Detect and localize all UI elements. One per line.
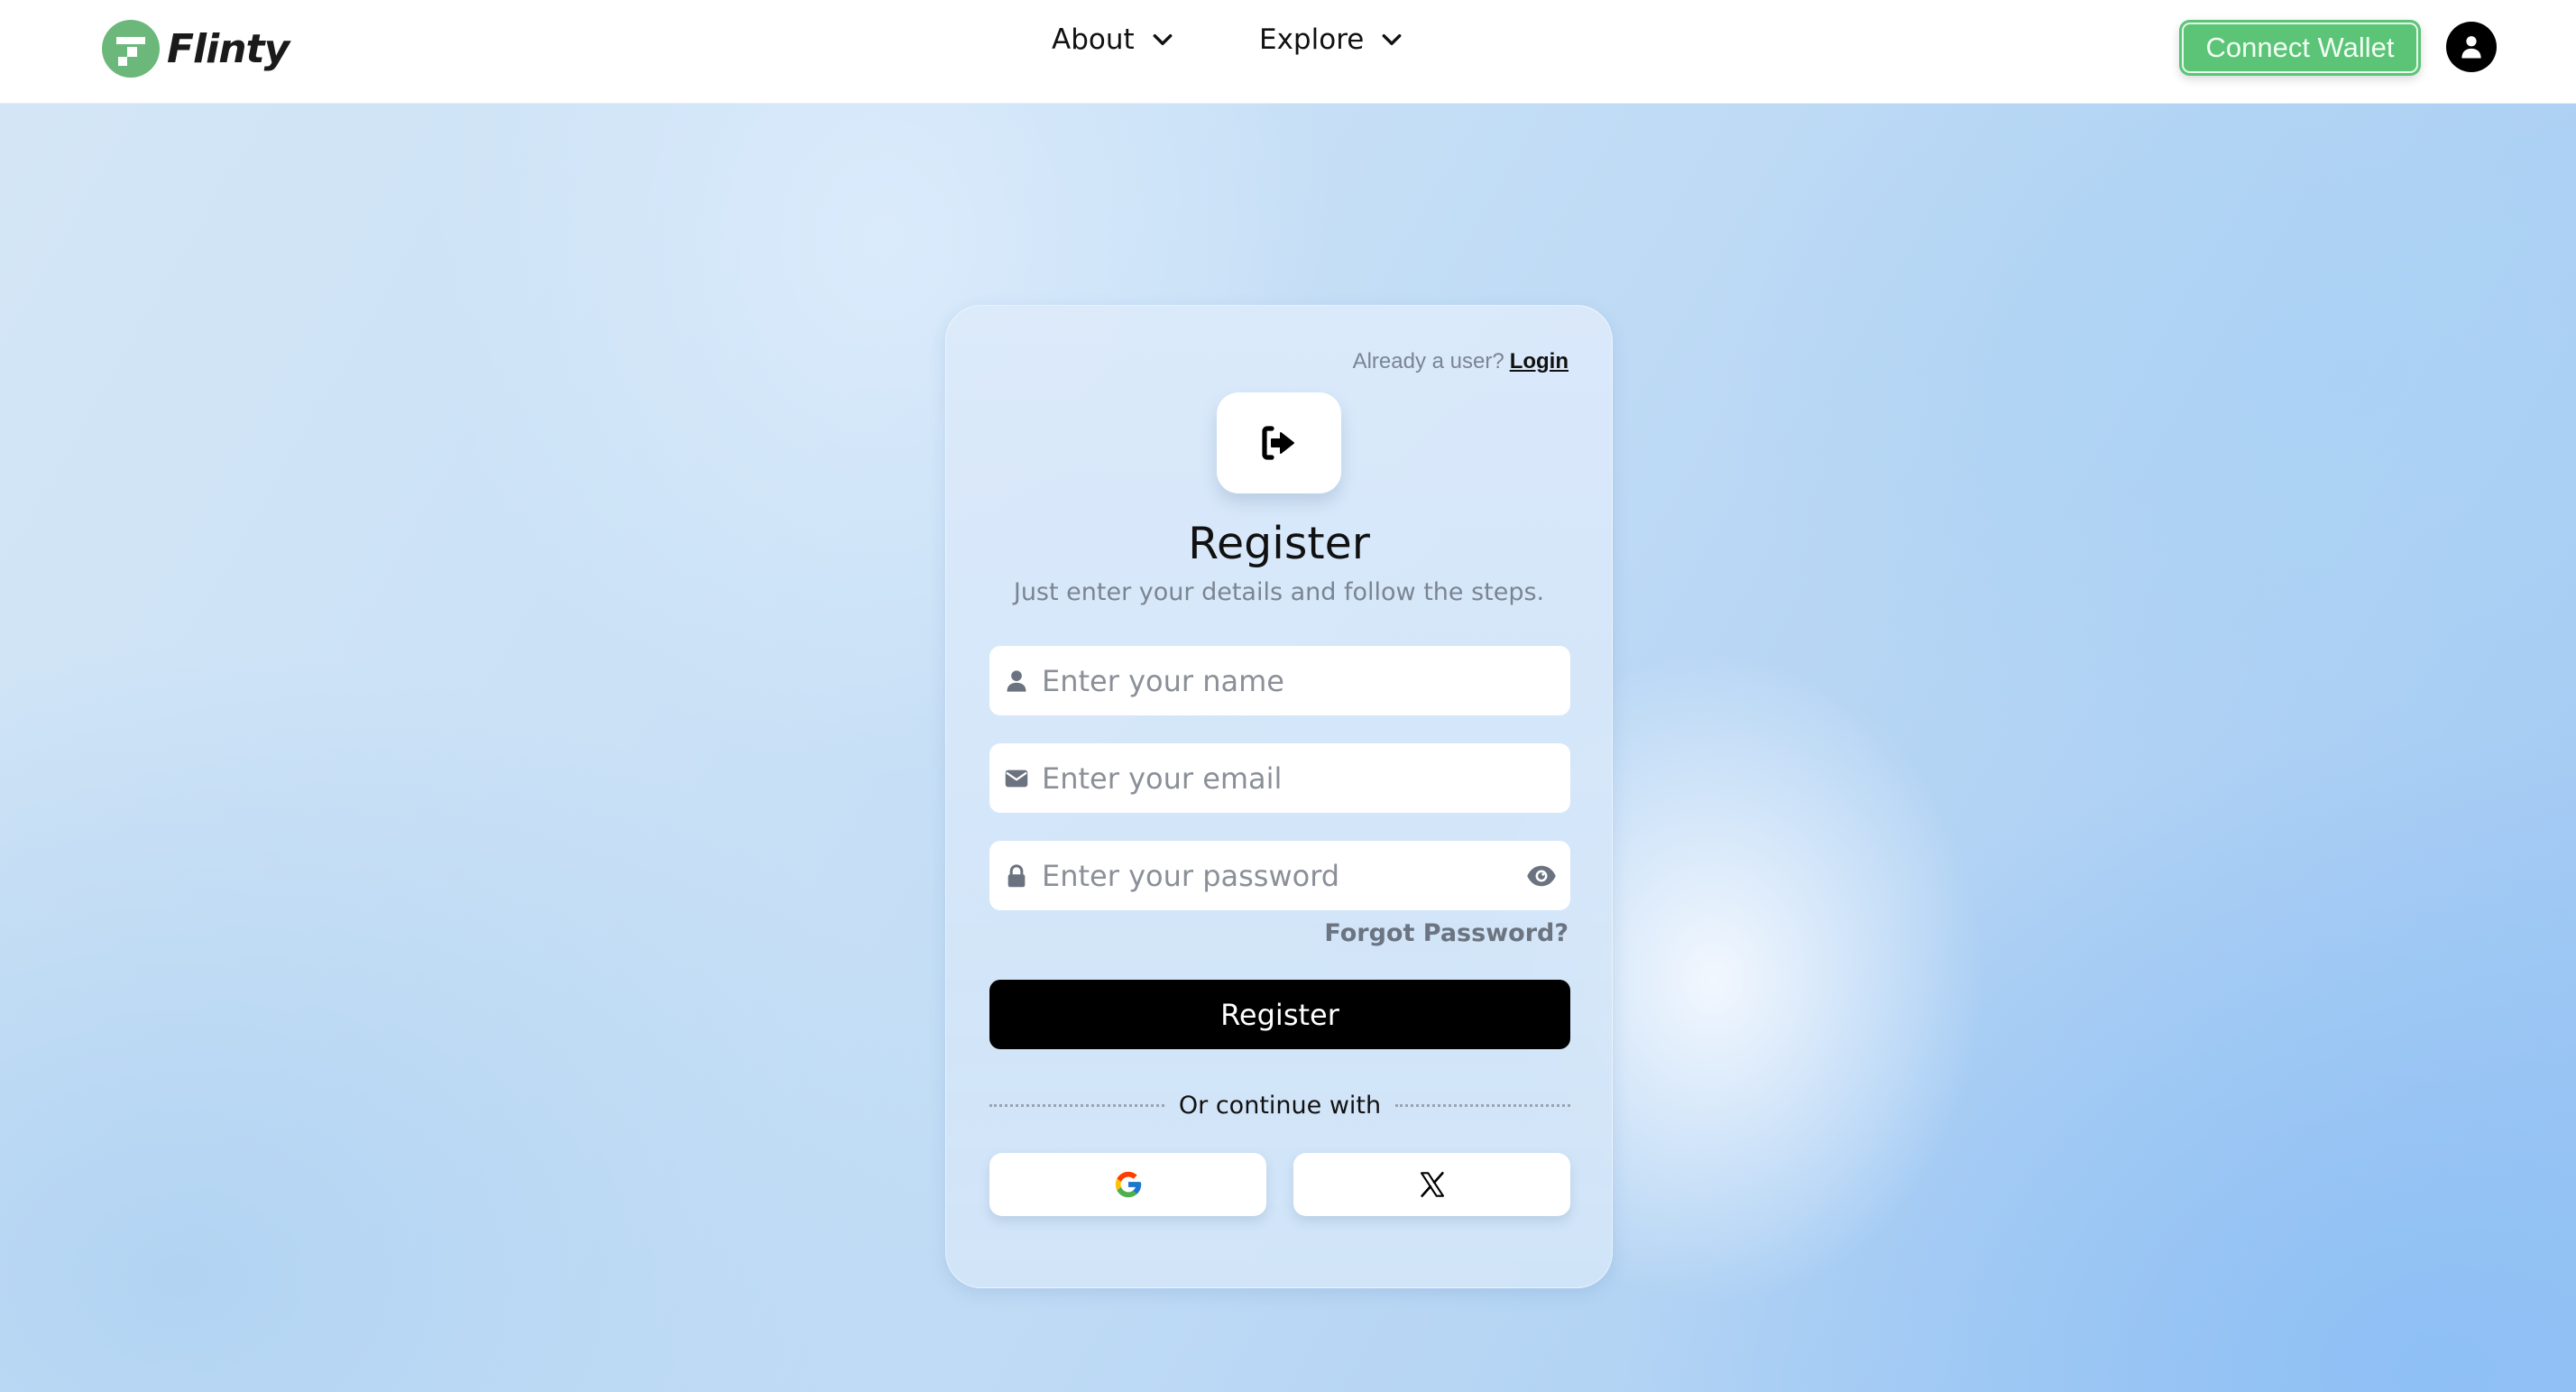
email-field <box>989 743 1570 813</box>
user-icon <box>1007 669 1026 692</box>
chevron-down-icon <box>1153 33 1173 46</box>
connect-wallet-button[interactable]: Connect Wallet <box>2179 20 2421 76</box>
already-user-prompt: Already a user? Login <box>1353 349 1569 374</box>
page-title: Register <box>1188 518 1370 569</box>
forgot-password-link[interactable]: Forgot Password? <box>1324 919 1569 947</box>
user-circle-icon <box>2461 36 2481 59</box>
nav-item-label: About <box>1052 23 1135 56</box>
divider-line <box>989 1103 1164 1107</box>
navbar: Flinty About Explore Connect Wallet <box>0 0 2576 104</box>
already-user-text: Already a user? <box>1352 349 1504 373</box>
sign-in-icon <box>1262 426 1294 460</box>
register-card: Already a user? Login Register Just enter… <box>945 305 1613 1288</box>
brand-logo[interactable]: Flinty <box>102 20 290 78</box>
or-continue-divider: Or continue with <box>989 1087 1571 1123</box>
name-input[interactable] <box>1029 646 1570 715</box>
x-icon <box>1420 1172 1444 1197</box>
register-button[interactable]: Register <box>989 980 1570 1049</box>
divider-text: Or continue with <box>1178 1091 1382 1120</box>
chevron-down-icon <box>1382 33 1402 46</box>
profile-button[interactable] <box>2446 22 2497 72</box>
flinty-logo-icon <box>102 20 160 78</box>
email-input[interactable] <box>1029 743 1570 813</box>
envelope-icon <box>1005 770 1028 787</box>
nav-item-explore[interactable]: Explore <box>1259 23 1458 56</box>
header-icon-box <box>1217 392 1341 493</box>
google-login-button[interactable] <box>989 1153 1266 1216</box>
x-login-button[interactable] <box>1293 1153 1570 1216</box>
brand-name: Flinty <box>167 25 290 72</box>
login-link[interactable]: Login <box>1510 349 1569 373</box>
eye-icon[interactable] <box>1525 860 1558 892</box>
nav-item-about[interactable]: About <box>1052 23 1232 56</box>
nav-item-label: Explore <box>1259 23 1365 56</box>
password-field <box>989 841 1570 910</box>
page-subtitle: Just enter your details and follow the s… <box>1013 578 1545 606</box>
google-icon <box>1115 1171 1141 1198</box>
lock-icon <box>1007 863 1026 887</box>
name-field <box>989 646 1570 715</box>
password-input[interactable] <box>1029 841 1525 910</box>
divider-line <box>1395 1103 1571 1107</box>
